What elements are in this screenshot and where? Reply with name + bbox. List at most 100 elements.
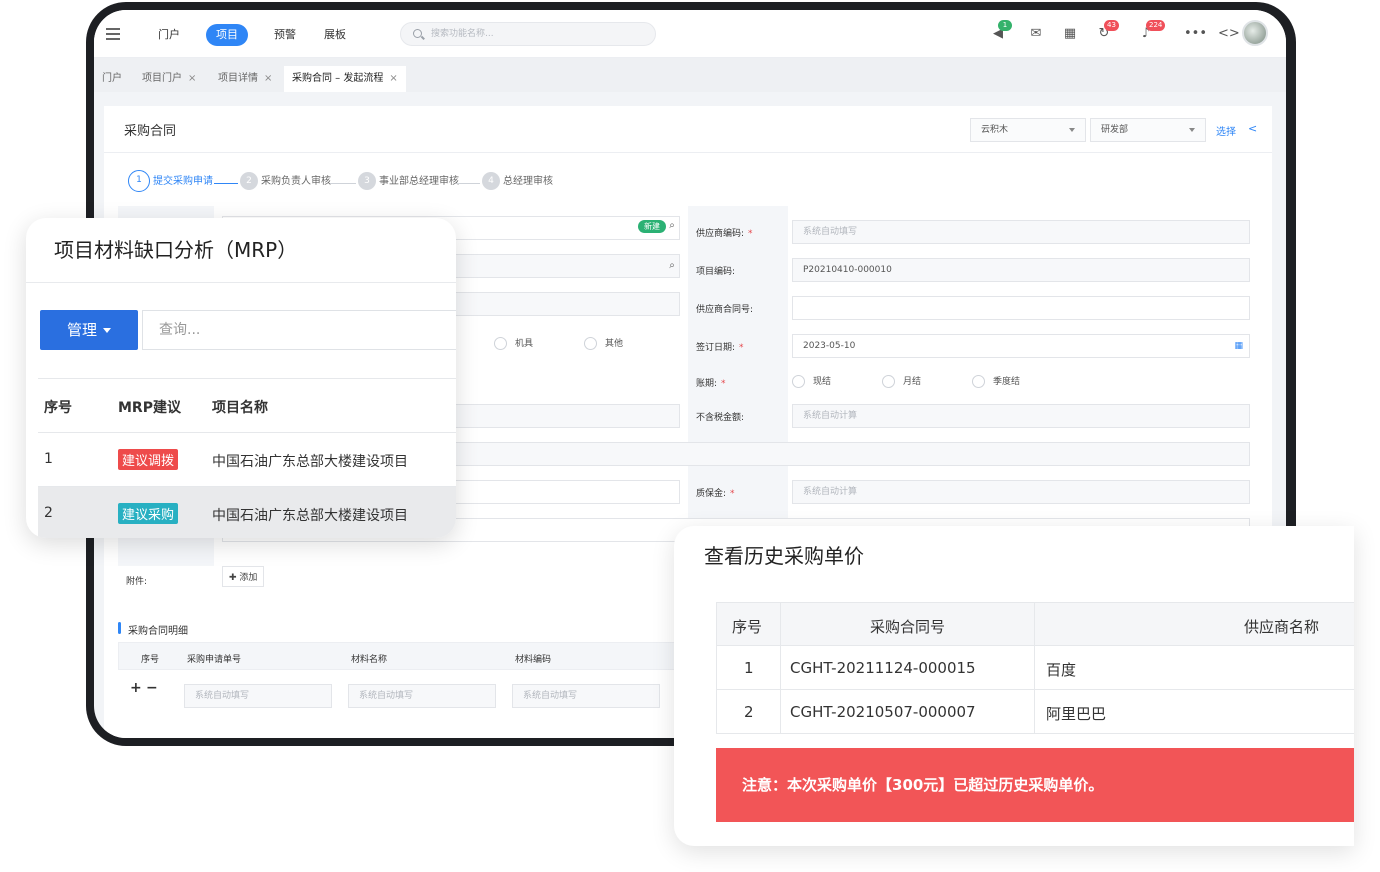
search-input[interactable]: 搜索功能名称... — [400, 22, 656, 46]
refresh-icon[interactable]: ↻ 43 — [1096, 20, 1119, 42]
query-input[interactable]: 查询... — [142, 310, 456, 350]
period-option-cash[interactable]: 现结 — [792, 374, 831, 388]
add-row-icon[interactable]: + — [130, 680, 142, 696]
bell-icon[interactable]: ♪ 224 — [1138, 20, 1166, 42]
step-label: 总经理审核 — [503, 176, 553, 187]
manage-button[interactable]: 管理 — [40, 310, 138, 350]
nav-item-alert[interactable]: 预警 — [274, 24, 296, 46]
material-code-field[interactable]: 系统自动填写 — [512, 684, 660, 708]
top-nav-bar: 门户 项目 预警 展板 搜索功能名称... ◀ 1 ✉ ▦ ↻ 43 ♪ 224 ••… — [94, 10, 1286, 58]
close-icon[interactable]: × — [389, 73, 397, 84]
bell-badge: 224 — [1146, 20, 1166, 31]
attachment-label: 附件: — [126, 577, 148, 587]
column-header: 序号 — [732, 618, 763, 636]
supplier-code-label: 供应商编码: * — [696, 229, 753, 239]
column-header: 序号 — [141, 655, 160, 665]
account-period-label: 账期: * — [696, 379, 726, 389]
page-tabs: 门户 项目门户 × 项目详情 × 采购合同 – 发起流程 × — [94, 58, 1286, 92]
supplier-name: 百度 — [1046, 661, 1077, 679]
row-number: 2 — [44, 505, 53, 521]
column-header: 材料名称 — [351, 655, 388, 665]
tab-label: 采购合同 – 发起流程 — [292, 73, 384, 84]
material-name-field[interactable]: 系统自动填写 — [348, 684, 496, 708]
remove-row-icon[interactable]: − — [146, 680, 158, 696]
step-label: 提交采购申请 — [153, 176, 213, 187]
code-icon[interactable]: <> — [1218, 26, 1240, 42]
megaphone-icon[interactable]: ◀ 1 — [990, 20, 1012, 42]
close-icon[interactable]: × — [188, 73, 196, 84]
step-number: 2 — [240, 172, 258, 190]
table-row[interactable]: 2 CGHT-20210507-000007 阿里巴巴 — [716, 690, 1354, 734]
mail-icon[interactable]: ✉ — [1028, 26, 1044, 42]
mrp-table: 序号 MRP建议 项目名称 1 建议调拨 中国石油广东总部大楼建设项目 2 建议… — [38, 378, 456, 538]
column-header: 材料编码 — [515, 655, 552, 665]
nav-item-project[interactable]: 项目 — [206, 24, 248, 46]
card-title: 项目材料缺口分析（MRP） — [54, 238, 298, 262]
request-no-field[interactable]: 系统自动填写 — [184, 684, 332, 708]
project-name: 中国石油广东总部大楼建设项目 — [212, 454, 408, 470]
sign-date-label: 签订日期: * — [696, 343, 744, 353]
department-select[interactable]: 研发部 — [1090, 118, 1206, 142]
type-option-tool[interactable]: 机具 — [494, 336, 533, 350]
tab-purchase-contract[interactable]: 采购合同 – 发起流程 × — [284, 66, 406, 92]
menu-icon[interactable] — [106, 28, 120, 40]
plus-icon: ✚ — [229, 573, 240, 583]
mrp-suggestion-badge: 建议调拨 — [118, 449, 179, 470]
search-icon[interactable]: ⌕ — [664, 258, 680, 274]
company-value: 云积木 — [981, 125, 1009, 135]
sign-date-field[interactable]: 2023-05-10 ▦ — [792, 334, 1250, 358]
nav-item-dashboard[interactable]: 展板 — [324, 24, 346, 46]
step-connector — [214, 183, 238, 184]
supplier-code-field[interactable]: 系统自动填写 — [792, 220, 1250, 244]
close-icon[interactable]: × — [264, 73, 272, 84]
price-warning-banner: 注意：本次采购单价【300元】已超过历史采购单价。 — [716, 748, 1354, 822]
step-1: 1 提交采购申请 — [128, 170, 213, 192]
divider — [104, 152, 1272, 153]
column-header: 采购申请单号 — [187, 655, 242, 665]
add-label: 添加 — [239, 573, 258, 583]
table-row[interactable]: 1 CGHT-20211124-000015 百度 — [716, 646, 1354, 690]
table-row[interactable]: 1 建议调拨 中国石油广东总部大楼建设项目 — [38, 433, 456, 487]
column-header: 项目名称 — [212, 400, 268, 416]
announce-badge: 1 — [998, 20, 1012, 31]
tab-portal[interactable]: 门户 — [94, 66, 130, 92]
step-label: 采购负责人审核 — [261, 176, 331, 187]
row-number: 1 — [44, 451, 53, 467]
search-icon — [413, 29, 422, 38]
amount-field[interactable]: 系统自动计算 — [792, 404, 1250, 428]
tab-project-detail[interactable]: 项目详情 × — [210, 66, 280, 92]
refresh-badge: 43 — [1104, 20, 1119, 31]
select-link[interactable]: 选择 — [1216, 123, 1236, 138]
project-code-field[interactable]: P20210410-000010 — [792, 258, 1250, 282]
calendar-icon[interactable]: ▦ — [1234, 335, 1243, 357]
period-option-monthly[interactable]: 月结 — [882, 374, 921, 388]
deposit-label: 质保金: * — [696, 489, 735, 499]
card-title: 查看历史采购单价 — [704, 544, 864, 568]
contract-number: CGHT-20210507-000007 — [790, 703, 976, 721]
period-option-quarterly[interactable]: 季度结 — [972, 374, 1020, 388]
section-title: 采购合同明细 — [118, 622, 188, 637]
new-button[interactable]: 新建 — [638, 220, 666, 233]
project-name: 中国石油广东总部大楼建设项目 — [212, 508, 408, 524]
divider — [26, 282, 456, 283]
calendar-icon[interactable]: ▦ — [1062, 26, 1078, 42]
tab-project-portal[interactable]: 项目门户 × — [134, 66, 204, 92]
search-icon[interactable]: ⌕ — [664, 218, 680, 234]
history-table: 序号 采购合同号 供应商名称 1 CGHT-20211124-000015 百度… — [716, 602, 1354, 736]
column-header: 采购合同号 — [870, 618, 946, 636]
supplier-contract-field[interactable] — [792, 296, 1250, 320]
share-icon[interactable]: < — [1248, 122, 1257, 135]
avatar[interactable] — [1242, 20, 1268, 46]
supplier-contract-label: 供应商合同号: — [696, 305, 754, 315]
company-select[interactable]: 云积木 — [970, 118, 1086, 142]
nav-item-portal[interactable]: 门户 — [158, 24, 180, 46]
page-title: 采购合同 — [124, 124, 177, 139]
add-attachment-button[interactable]: ✚ 添加 — [222, 566, 265, 587]
table-row[interactable]: 2 建议采购 中国石油广东总部大楼建设项目 — [38, 487, 456, 538]
amount-label: 不含税金额: — [696, 413, 745, 423]
more-icon[interactable]: ••• — [1184, 26, 1207, 42]
department-value: 研发部 — [1101, 125, 1129, 135]
type-option-other[interactable]: 其他 — [584, 336, 623, 350]
deposit-field[interactable]: 系统自动计算 — [792, 480, 1250, 504]
stage: 门户 项目 预警 展板 搜索功能名称... ◀ 1 ✉ ▦ ↻ 43 ♪ 224 ••… — [0, 0, 1380, 872]
